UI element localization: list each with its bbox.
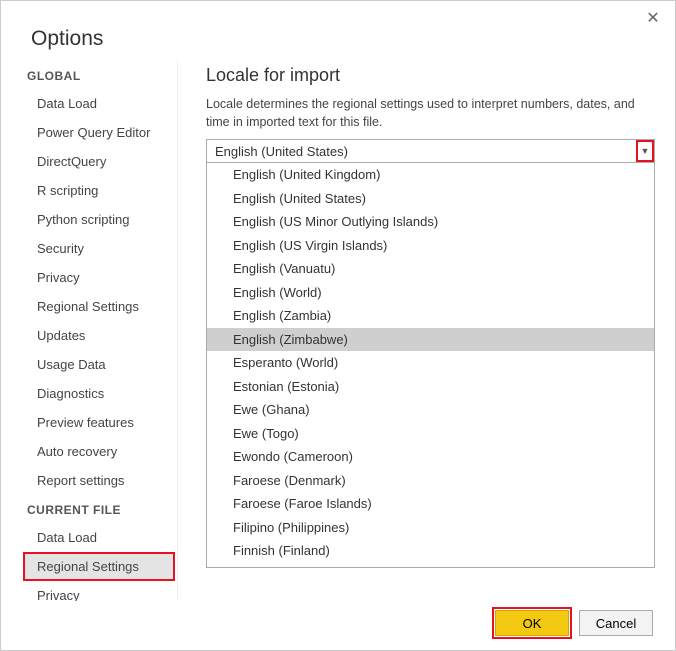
panel-title: Locale for import — [206, 65, 655, 86]
sidebar-item-auto-recovery[interactable]: Auto recovery — [23, 437, 175, 466]
locale-option[interactable]: Finnish (Finland) — [207, 539, 654, 563]
sidebar-item-privacy[interactable]: Privacy — [23, 263, 175, 292]
sidebar-item-updates[interactable]: Updates — [23, 321, 175, 350]
sidebar-item-r-scripting[interactable]: R scripting — [23, 176, 175, 205]
sidebar-section-header: GLOBAL — [23, 61, 175, 89]
sidebar-section-header: CURRENT FILE — [23, 495, 175, 523]
sidebar-item-privacy[interactable]: Privacy — [23, 581, 175, 601]
dialog-footer: OK Cancel — [495, 610, 653, 636]
locale-option[interactable]: Filipino (Philippines) — [207, 516, 654, 540]
locale-combobox-wrap: English (United States) ▼ English (Unite… — [206, 139, 655, 568]
sidebar-item-regional-settings[interactable]: Regional Settings — [23, 292, 175, 321]
panel-description: Locale determines the regional settings … — [206, 96, 655, 131]
chevron-down-icon[interactable]: ▼ — [636, 140, 654, 162]
locale-option[interactable]: Ewe (Togo) — [207, 422, 654, 446]
sidebar-item-diagnostics[interactable]: Diagnostics — [23, 379, 175, 408]
locale-option[interactable]: Faroese (Denmark) — [207, 469, 654, 493]
cancel-button[interactable]: Cancel — [579, 610, 653, 636]
locale-dropdown-list[interactable]: English (United Kingdom)English (United … — [206, 163, 655, 568]
sidebar-item-directquery[interactable]: DirectQuery — [23, 147, 175, 176]
close-button[interactable]: ✕ — [643, 9, 663, 29]
sidebar-item-power-query-editor[interactable]: Power Query Editor — [23, 118, 175, 147]
locale-option[interactable]: English (Vanuatu) — [207, 257, 654, 281]
sidebar-item-data-load[interactable]: Data Load — [23, 523, 175, 552]
dialog-title: Options — [1, 1, 675, 61]
sidebar-item-usage-data[interactable]: Usage Data — [23, 350, 175, 379]
locale-option[interactable]: Ewondo (Cameroon) — [207, 445, 654, 469]
sidebar-item-preview-features[interactable]: Preview features — [23, 408, 175, 437]
locale-option[interactable]: Estonian (Estonia) — [207, 375, 654, 399]
locale-combobox[interactable]: English (United States) ▼ — [206, 139, 655, 163]
locale-option[interactable]: English (US Minor Outlying Islands) — [207, 210, 654, 234]
locale-option[interactable]: English (United States) — [207, 187, 654, 211]
sidebar-item-python-scripting[interactable]: Python scripting — [23, 205, 175, 234]
locale-option[interactable]: French (Algeria) — [207, 563, 654, 569]
locale-option[interactable]: English (Zambia) — [207, 304, 654, 328]
locale-option[interactable]: Esperanto (World) — [207, 351, 654, 375]
main-panel: Locale for import Locale determines the … — [178, 61, 675, 601]
sidebar: GLOBALData LoadPower Query EditorDirectQ… — [23, 61, 178, 601]
sidebar-item-report-settings[interactable]: Report settings — [23, 466, 175, 495]
content-area: GLOBALData LoadPower Query EditorDirectQ… — [1, 61, 675, 601]
locale-option[interactable]: English (United Kingdom) — [207, 163, 654, 187]
locale-option[interactable]: Ewe (Ghana) — [207, 398, 654, 422]
sidebar-item-regional-settings[interactable]: Regional Settings — [23, 552, 175, 581]
locale-option[interactable]: Faroese (Faroe Islands) — [207, 492, 654, 516]
locale-option[interactable]: English (US Virgin Islands) — [207, 234, 654, 258]
locale-combobox-value: English (United States) — [207, 144, 636, 159]
ok-button[interactable]: OK — [495, 610, 569, 636]
locale-option[interactable]: English (Zimbabwe) — [207, 328, 654, 352]
sidebar-item-security[interactable]: Security — [23, 234, 175, 263]
sidebar-item-data-load[interactable]: Data Load — [23, 89, 175, 118]
locale-option[interactable]: English (World) — [207, 281, 654, 305]
